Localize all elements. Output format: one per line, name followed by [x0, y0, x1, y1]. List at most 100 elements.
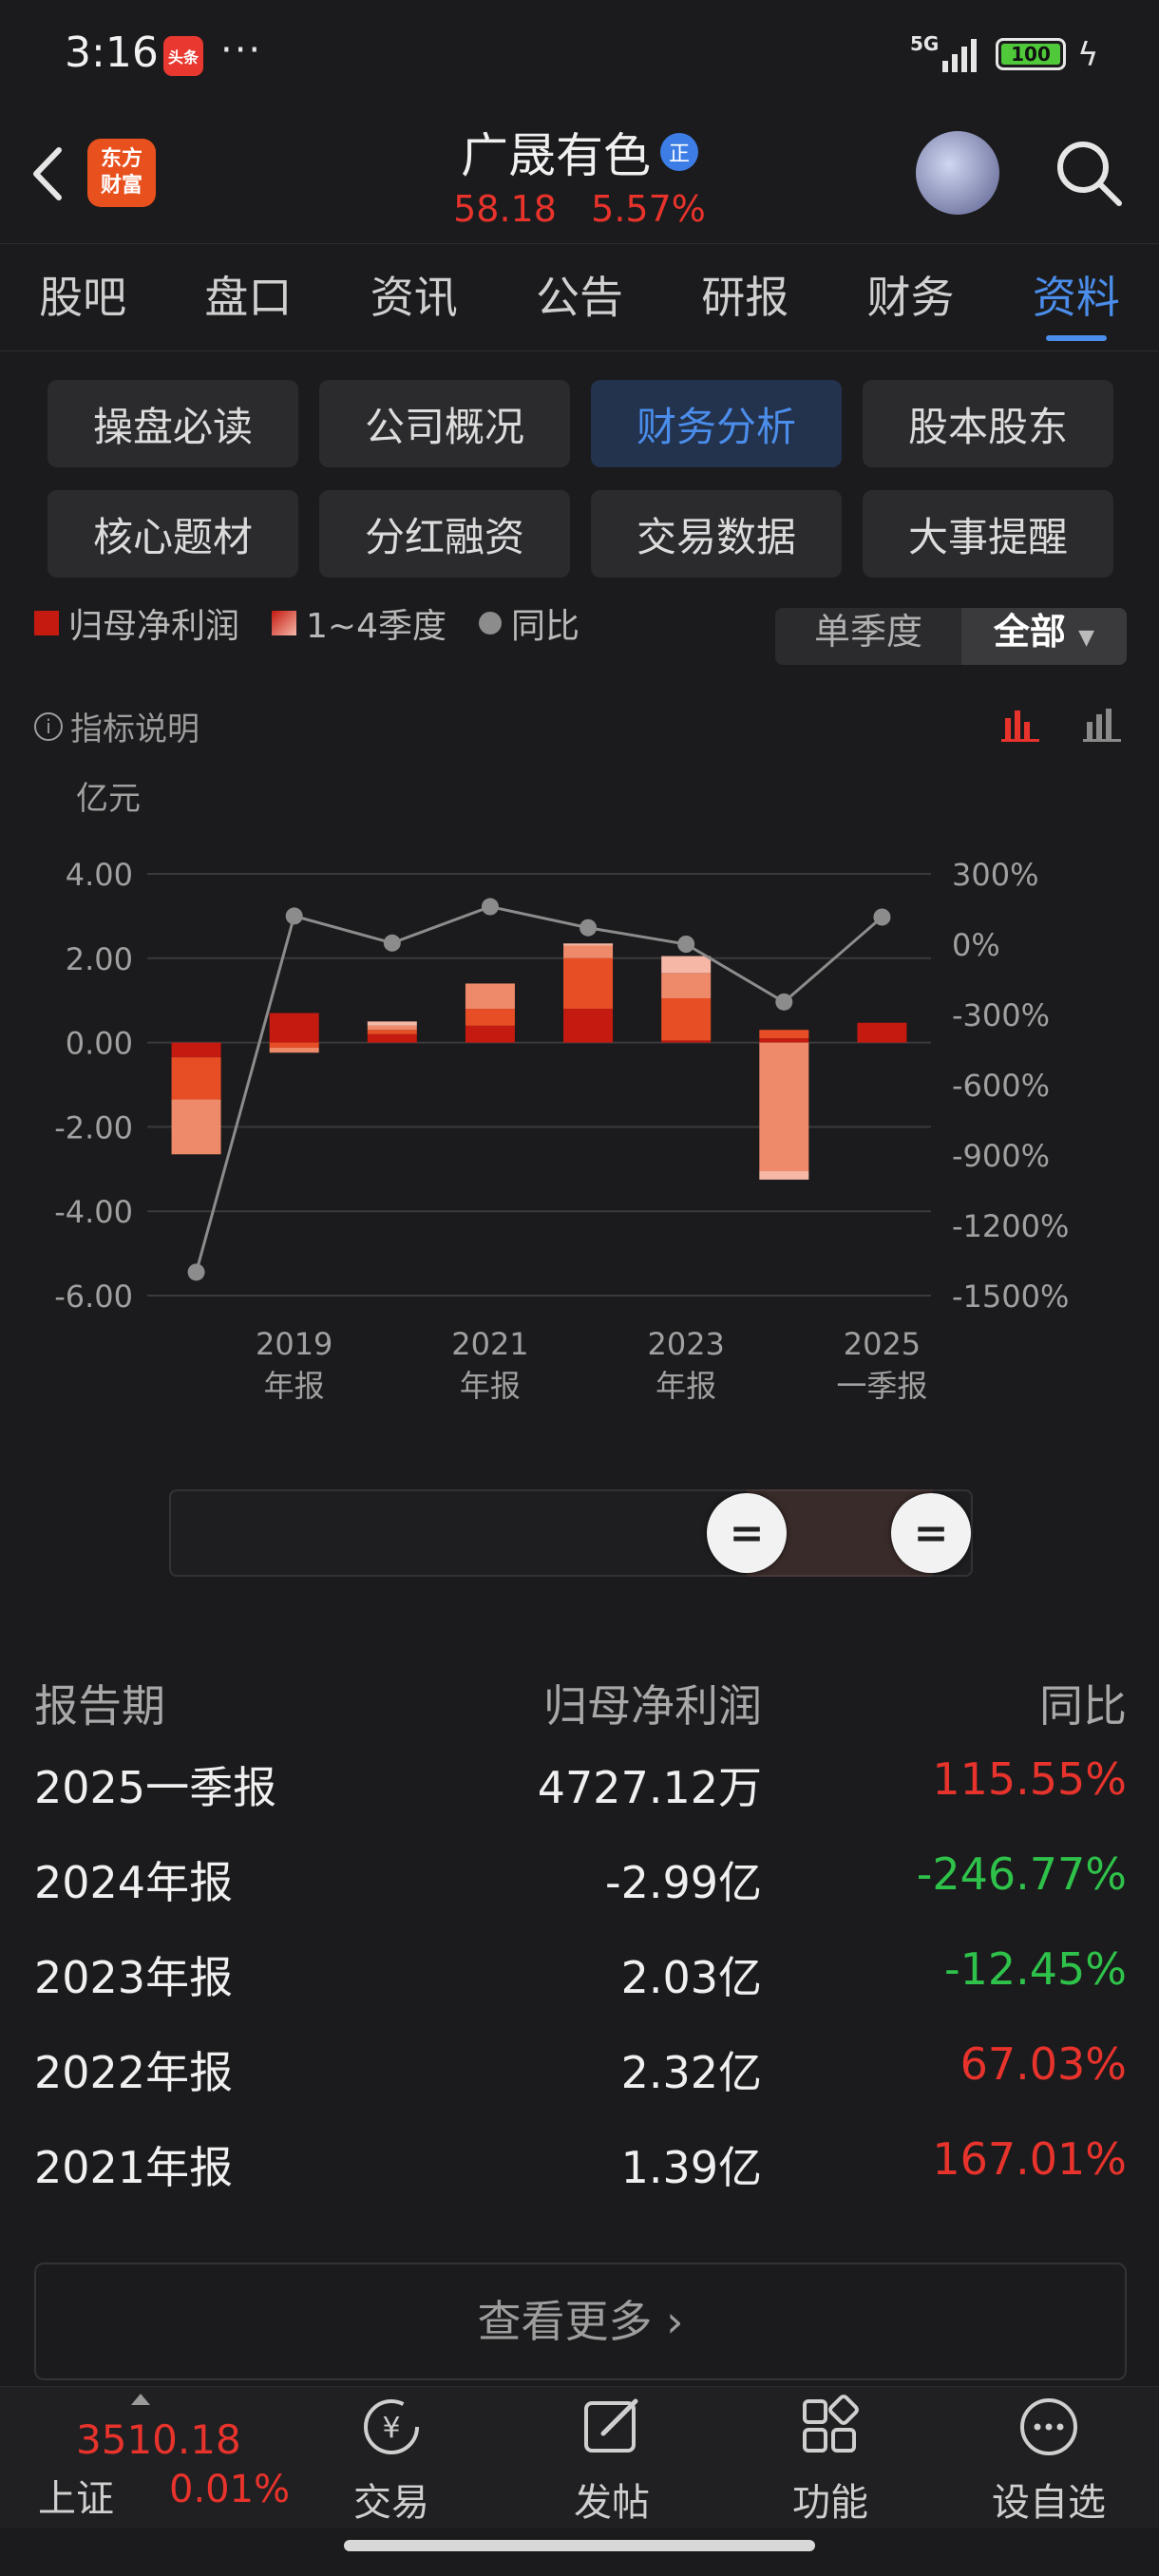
yoy-point[interactable] [187, 1263, 205, 1281]
indicator-explanation-label: 指标说明 [70, 710, 200, 748]
y-tick-label: 0.00 [66, 1026, 133, 1062]
tab-bar: 股吧 盘口 资讯 公告 研报 财务 资料 [0, 243, 1159, 351]
x-tick-period: 一季报 [836, 1368, 927, 1404]
nav-watchlist[interactable]: 设自选 [973, 2394, 1125, 2527]
all-period-dropdown[interactable]: 全部 ▼ [961, 608, 1127, 665]
yoy-point[interactable] [775, 993, 793, 1011]
bar-segment[interactable] [661, 1040, 712, 1043]
row-profit: 4727.12万 [537, 1762, 762, 1813]
info-icon: i [34, 711, 63, 741]
legend-label-yoy: 同比 [511, 607, 580, 644]
bar-segment[interactable] [269, 1013, 319, 1043]
tab-5[interactable]: 财务 [827, 244, 993, 350]
nav-trade[interactable]: ¥ 交易 [315, 2394, 467, 2527]
range-start-handle[interactable]: = [707, 1493, 787, 1573]
legend-swatch-quarters [272, 611, 297, 635]
tab-3[interactable]: 公告 [497, 244, 662, 350]
battery-icon: 100 [996, 38, 1066, 70]
single-quarter-button[interactable]: 单季度 [775, 608, 961, 665]
subnav-button-3[interactable]: 股本股东 [863, 380, 1113, 467]
x-tick-period: 年报 [656, 1368, 716, 1404]
bar-segment[interactable] [661, 956, 712, 974]
tab-1[interactable]: 盘口 [165, 244, 331, 350]
yoy-point[interactable] [383, 934, 401, 952]
bar-segment[interactable] [759, 1171, 809, 1180]
subnav-button-5[interactable]: 分红融资 [319, 490, 570, 578]
bar-segment[interactable] [661, 973, 712, 998]
bar-segment[interactable] [171, 1057, 221, 1100]
view-more-button[interactable]: 查看更多 › [34, 2263, 1127, 2380]
row-yoy: 115.55% [932, 1753, 1127, 1805]
index-name[interactable]: 上证 [38, 2468, 114, 2523]
yoy-point[interactable] [873, 908, 891, 926]
row-yoy: 167.01% [932, 2133, 1127, 2185]
bar-segment[interactable] [171, 1099, 221, 1155]
tab-6[interactable]: 资料 [994, 244, 1159, 350]
bar-segment[interactable] [857, 1022, 907, 1043]
indicator-explanation-link[interactable]: i 指标说明 [34, 703, 200, 749]
home-indicator [344, 2540, 815, 2551]
y2-tick-label: -600% [952, 1068, 1050, 1104]
stacked-bar-chart-icon[interactable] [999, 705, 1041, 743]
y2-tick-label: 300% [952, 857, 1038, 893]
trade-icon: ¥ [364, 2399, 419, 2454]
range-end-handle[interactable]: = [891, 1493, 971, 1573]
bar-segment[interactable] [367, 1021, 417, 1026]
bar-segment[interactable] [465, 1009, 515, 1026]
row-yoy: -246.77% [916, 1848, 1127, 1900]
bar-segment[interactable] [367, 1030, 417, 1034]
subnav-button-6[interactable]: 交易数据 [591, 490, 842, 578]
bar-segment[interactable] [759, 1030, 809, 1039]
x-tick-year: 2019 [256, 1326, 332, 1362]
row-period: 2025一季报 [34, 1762, 277, 1813]
bar-segment[interactable] [367, 1025, 417, 1031]
yoy-point[interactable] [677, 936, 695, 953]
subnav-button-0[interactable]: 操盘必读 [48, 380, 298, 467]
yoy-point[interactable] [285, 907, 303, 925]
subnav-button-1[interactable]: 公司概况 [319, 380, 570, 467]
bar-segment[interactable] [269, 1042, 319, 1048]
subnav-button-7[interactable]: 大事提醒 [863, 490, 1113, 578]
bar-segment[interactable] [171, 1042, 221, 1058]
bar-segment[interactable] [563, 957, 614, 1010]
bar-segment[interactable] [563, 943, 614, 946]
bar-segment[interactable] [465, 1025, 515, 1043]
tab-4[interactable]: 研报 [662, 244, 827, 350]
x-tick-period: 年报 [264, 1368, 325, 1404]
bar-segment[interactable] [563, 1009, 614, 1043]
subnav-button-4[interactable]: 核心题材 [48, 490, 298, 578]
x-tick-year: 2023 [647, 1326, 724, 1362]
row-yoy: 67.03% [960, 2038, 1127, 2090]
nav-post[interactable]: 发帖 [536, 2394, 688, 2527]
bar-segment[interactable] [367, 1033, 417, 1043]
robot-assistant-icon[interactable] [916, 131, 999, 215]
nav-functions[interactable]: 功能 [754, 2394, 906, 2527]
yoy-point[interactable] [481, 898, 499, 916]
row-yoy: -12.45% [944, 1943, 1127, 1995]
bar-segment[interactable] [269, 1047, 319, 1053]
compose-icon [584, 2398, 638, 2453]
bar-segment[interactable] [465, 983, 515, 1010]
row-profit: 1.39亿 [620, 2142, 762, 2193]
more-dots-icon [1020, 2398, 1077, 2455]
subnav-button-2[interactable]: 财务分析 [591, 380, 842, 467]
search-icon[interactable] [1053, 137, 1125, 209]
bar-segment[interactable] [661, 997, 712, 1041]
y-tick-label: 2.00 [66, 941, 133, 977]
yoy-point[interactable] [580, 919, 598, 937]
legend-label-profit: 归母净利润 [68, 607, 240, 644]
row-profit: 2.03亿 [620, 1952, 762, 2003]
header-yoy: 同比 [1039, 1680, 1127, 1732]
bar-segment[interactable] [563, 945, 614, 958]
nav-watchlist-label: 设自选 [992, 2481, 1106, 2525]
index-change[interactable]: 0.01% [169, 2468, 290, 2511]
tab-0[interactable]: 股吧 [0, 244, 165, 350]
index-value[interactable]: 3510.18 [76, 2416, 241, 2463]
tab-2[interactable]: 资讯 [332, 244, 497, 350]
row-profit: -2.99亿 [604, 1857, 762, 1908]
bar-segment[interactable] [759, 1042, 809, 1172]
y-tick-label: -6.00 [54, 1279, 133, 1315]
bar-chart-icon[interactable] [1081, 705, 1123, 743]
x-tick-year: 2021 [451, 1326, 528, 1362]
bar-segment[interactable] [759, 1038, 809, 1043]
